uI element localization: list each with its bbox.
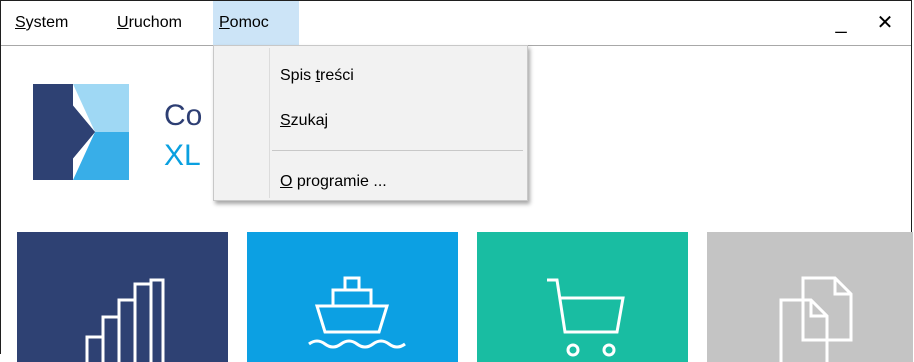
menu-system-mnemonic: S: [15, 14, 26, 31]
menu-item-text: programie ...: [292, 173, 387, 190]
shopping-cart-icon: [547, 278, 625, 357]
menu-pomoc[interactable]: Pomoc: [213, 1, 299, 45]
minimize-button[interactable]: _: [821, 1, 861, 45]
tile-documents[interactable]: [707, 232, 913, 362]
menu-item-szukaj[interactable]: Szukaj: [280, 109, 328, 133]
menu-uruchom-label: ruchom: [128, 14, 182, 31]
menu-system[interactable]: System: [9, 1, 74, 45]
menu-pomoc-mnemonic: P: [219, 14, 230, 31]
documents-icon: [779, 276, 853, 362]
menu-bar: System Uruchom Pomoc _ ✕: [1, 1, 911, 46]
logo-icon: [33, 84, 129, 180]
help-menu-dropdown: Spis treści Szukaj O programie ...: [213, 45, 528, 201]
menu-item-mnemonic: S: [280, 112, 291, 129]
bar-chart-icon: [85, 278, 165, 362]
ship-icon: [308, 276, 406, 349]
close-button[interactable]: ✕: [865, 1, 905, 45]
menu-item-spis-tresci[interactable]: Spis treści: [280, 64, 354, 88]
tile-logistics[interactable]: [247, 232, 458, 362]
menu-separator: [272, 150, 523, 151]
brand-name-line2: XL: [164, 139, 201, 172]
menu-item-o-programie[interactable]: O programie ...: [280, 170, 387, 194]
menu-item-mnemonic: O: [280, 173, 293, 190]
menu-uruchom[interactable]: Uruchom: [111, 1, 188, 45]
menu-system-label: ystem: [25, 14, 69, 31]
tile-sales[interactable]: [477, 232, 688, 362]
menu-gutter: [269, 48, 270, 198]
menu-uruchom-mnemonic: U: [117, 14, 129, 31]
tile-analytics[interactable]: [17, 232, 228, 362]
brand-name-line1: Co: [164, 99, 203, 132]
menu-item-text: zukaj: [290, 112, 329, 129]
menu-item-text: reści: [320, 67, 354, 84]
menu-item-text: Spis: [280, 67, 316, 84]
app-window: System Uruchom Pomoc _ ✕ Co XL Spis treś…: [0, 0, 913, 362]
menu-pomoc-label: omoc: [229, 14, 269, 31]
